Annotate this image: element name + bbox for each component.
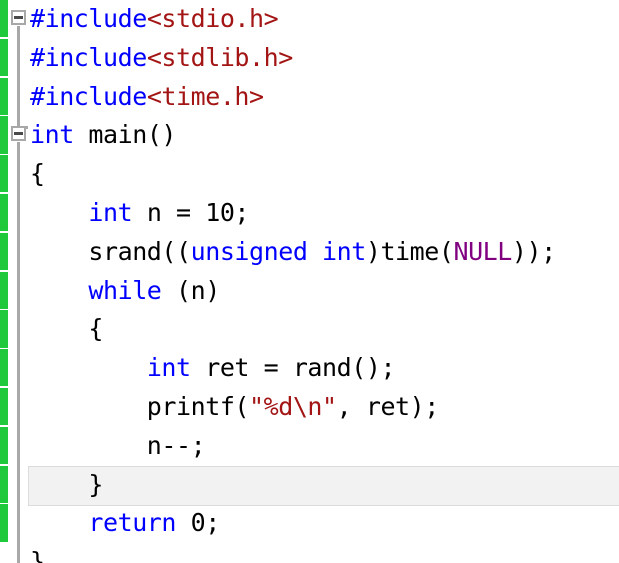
plain-code-token — [30, 508, 88, 537]
header-path-token: <stdlib.h> — [146, 42, 293, 72]
fold-region-line-include-block — [17, 26, 20, 126]
plain-code-token — [307, 237, 322, 266]
code-line[interactable]: int n = 10; — [30, 194, 249, 233]
change-bar-segment — [0, 388, 8, 426]
plain-code-token: } — [30, 547, 45, 563]
unsaved-changes-change-bar — [0, 0, 8, 563]
string-literal-token: "%d\n" — [249, 392, 337, 421]
plain-code-token: )time( — [365, 236, 454, 266]
fold-toggle-main-function[interactable] — [11, 126, 26, 142]
code-line[interactable]: { — [30, 155, 45, 194]
code-line[interactable]: srand((unsigned int)time(NULL)); — [30, 233, 556, 272]
plain-code-token — [30, 198, 88, 227]
code-line[interactable]: #include<stdio.h> — [30, 0, 279, 39]
plain-code-token — [30, 276, 88, 305]
code-line[interactable]: int main() — [30, 116, 176, 155]
code-line[interactable]: printf("%d\n", ret); — [30, 388, 440, 427]
keyword-token: int — [146, 353, 191, 383]
change-bar-segment — [0, 426, 8, 464]
plain-code-token: main() — [73, 120, 177, 150]
change-bar-segment — [0, 349, 8, 387]
code-line[interactable]: n--; — [30, 427, 206, 466]
code-line[interactable]: } — [30, 543, 45, 563]
plain-code-token: { — [30, 314, 104, 344]
plain-code-token: ret = rand(); — [190, 353, 396, 383]
code-text-surface[interactable]: #include<stdio.h> #include<stdlib.h> #incl… — [0, 0, 619, 563]
code-folding-column[interactable] — [8, 0, 29, 563]
change-bar-segment — [0, 232, 8, 270]
code-line[interactable]: return 0; — [30, 504, 220, 543]
fold-toggle-include-block[interactable] — [11, 10, 26, 25]
code-line[interactable]: #include<time.h> — [30, 78, 264, 117]
change-bar-segment — [0, 38, 8, 76]
change-bar-segment — [0, 310, 8, 348]
plain-code-token: printf( — [30, 392, 250, 421]
keyword-token: int — [88, 198, 133, 227]
header-path-token: <stdio.h> — [146, 4, 279, 33]
keyword-token: #include — [30, 81, 147, 111]
plain-code-token — [30, 353, 147, 382]
keyword-token: int — [322, 236, 366, 266]
keyword-token: unsigned — [190, 236, 308, 266]
plain-code-token: (n) — [161, 275, 220, 305]
code-line[interactable]: int ret = rand(); — [30, 349, 396, 388]
plain-code-token: } — [30, 469, 104, 499]
change-bar-segment — [0, 77, 8, 115]
macro-constant-token: NULL — [453, 236, 512, 266]
code-line[interactable]: } — [30, 466, 103, 505]
keyword-token: #include — [30, 4, 147, 33]
change-bar-segment — [0, 0, 8, 38]
keyword-token: #include — [30, 42, 147, 72]
change-bar-segment — [0, 194, 8, 232]
minus-icon — [14, 132, 23, 136]
change-bar-segment — [0, 504, 8, 542]
code-line[interactable]: { — [30, 310, 103, 349]
code-line[interactable]: while (n) — [30, 272, 220, 311]
change-bar-segment — [0, 155, 8, 193]
plain-code-token: )); — [511, 236, 556, 266]
plain-code-token: srand(( — [30, 236, 191, 266]
code-editor-pane[interactable]: #include<stdio.h> #include<stdlib.h> #incl… — [0, 0, 619, 563]
keyword-token: return — [88, 508, 177, 538]
header-path-token: <time.h> — [146, 81, 264, 111]
plain-code-token: 0; — [176, 508, 221, 538]
plain-code-token: { — [30, 159, 45, 189]
minus-icon — [14, 16, 23, 19]
plain-code-token: n--; — [30, 430, 206, 460]
plain-code-token: n = 10; — [132, 198, 250, 227]
change-bar-segment — [0, 116, 8, 154]
change-bar-segment — [0, 271, 8, 309]
keyword-token: int — [30, 120, 74, 150]
code-line[interactable]: #include<stdlib.h> — [30, 39, 293, 78]
fold-region-line-main-function — [17, 142, 20, 563]
change-bar-segment — [0, 465, 8, 503]
keyword-token: while — [88, 275, 162, 305]
plain-code-token: , ret); — [336, 392, 440, 421]
